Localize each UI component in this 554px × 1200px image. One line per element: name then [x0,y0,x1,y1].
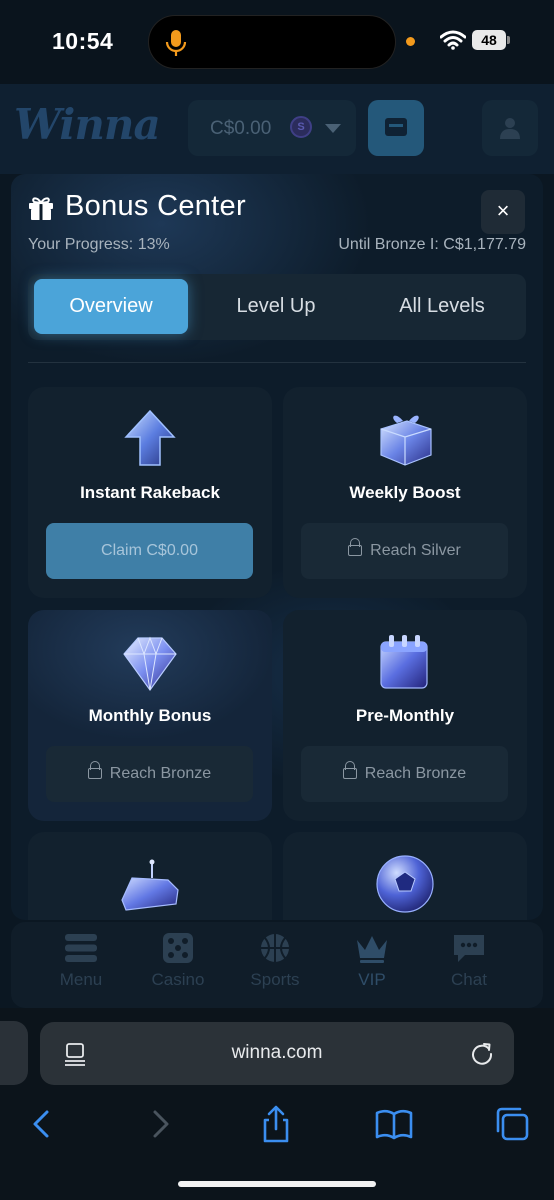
browser-chrome: winna.com [0,1008,554,1200]
menu-icon [65,934,97,962]
lock-icon [87,761,102,779]
progress-row: Your Progress: 13% Until Bronze I: C$1,1… [28,234,526,256]
share-icon[interactable] [256,1104,296,1144]
divider [28,362,526,363]
soccer-ball-icon [376,855,434,913]
cake-icon [121,859,179,911]
card-title: Monthly Bonus [88,706,212,725]
progress-remaining: Until Bronze I: C$1,177.79 [338,236,526,253]
modal-title: Bonus Center [65,190,246,222]
button-label: Reach Silver [370,542,461,559]
bookmarks-icon[interactable] [374,1104,414,1144]
reach-bronze-button[interactable]: Reach Bronze [301,746,508,802]
microphone-icon [165,30,187,56]
bonus-card-monthly-bonus: Monthly Bonus Reach Bronze [28,610,272,821]
user-icon [500,118,520,139]
forward-icon[interactable] [140,1104,180,1144]
chevron-down-icon [325,124,341,133]
reach-bronze-button[interactable]: Reach Bronze [46,746,253,802]
diamond-icon [123,636,177,692]
button-label: Reach Bronze [364,765,467,782]
card-title: Instant Rakeback [80,483,220,502]
bonus-card-instant-rakeback: Instant Rakeback Claim C$0.00 [28,387,272,598]
status-time: 10:54 [52,28,114,54]
wifi-icon [440,30,466,50]
claim-rakeback-button[interactable]: Claim C$0.00 [46,523,253,579]
privacy-indicator-dot [406,37,415,46]
modal-header: Bonus Center × [11,174,543,236]
card-title: Pre-Monthly [355,706,455,725]
chat-icon [454,935,484,962]
tabs-icon[interactable] [492,1104,532,1144]
site-header: Winna C$0.00 S [0,84,554,174]
close-button[interactable]: × [481,190,525,234]
calendar-icon [380,635,428,689]
nav-label: VIP [358,970,386,989]
battery-tip [507,36,510,44]
dice-icon [163,933,193,963]
bonus-card-soccer [283,832,527,920]
reload-icon[interactable] [470,1041,494,1065]
nav-item-chat[interactable]: Chat [421,930,517,1002]
lock-icon [342,761,357,779]
battery-icon: 48 [472,30,506,50]
progress-percent: Your Progress: 13% [28,236,170,253]
card-title: Weekly Boost [349,483,461,502]
reach-silver-button[interactable]: Reach Silver [301,523,508,579]
nav-label: Chat [451,970,487,989]
gift-box-icon [380,415,432,466]
bonus-card-weekly-boost: Weekly Boost Reach Silver [283,387,527,598]
back-icon[interactable] [22,1104,62,1144]
nav-item-menu[interactable]: Menu [33,930,129,1002]
gift-icon [29,197,53,220]
balance-dropdown[interactable]: C$0.00 S [188,100,356,156]
bonus-card-pre-monthly: Pre-Monthly Reach Bronze [283,610,527,821]
home-indicator [178,1181,376,1187]
previous-tab-peek[interactable] [0,1021,28,1085]
wallet-icon [385,118,407,136]
wallet-button[interactable] [368,100,424,156]
tab-level-up[interactable]: Level Up [198,279,354,334]
profile-button[interactable] [482,100,538,156]
url-text: winna.com [231,1042,323,1063]
winna-logo[interactable]: Winna [14,100,161,149]
tab-overview[interactable]: Overview [34,279,188,334]
lock-icon [348,538,363,556]
dynamic-island [148,15,396,69]
site-bottom-nav: Menu Casino Sports VIP Chat [11,922,543,1008]
nav-label: Menu [59,970,103,989]
arrow-up-icon [124,409,176,466]
status-bar: 10:54 48 [0,0,554,84]
tab-bar: Overview Level Up All Levels [28,274,526,340]
crown-icon [357,936,387,963]
button-label: Reach Bronze [109,765,212,782]
nav-label: Sports [250,970,300,989]
nav-label: Casino [151,970,205,989]
bonus-card-cake [28,832,272,920]
address-bar[interactable]: winna.com [40,1022,514,1085]
nav-item-casino[interactable]: Casino [130,930,226,1002]
currency-coin-icon: S [290,116,312,138]
nav-item-sports[interactable]: Sports [227,930,323,1002]
nav-item-vip[interactable]: VIP [324,930,420,1002]
tab-all-levels[interactable]: All Levels [364,279,520,334]
balance-amount: C$0.00 [210,118,272,139]
basketball-icon [261,934,289,962]
bonus-center-modal: Bonus Center × Your Progress: 13% Until … [11,174,543,920]
